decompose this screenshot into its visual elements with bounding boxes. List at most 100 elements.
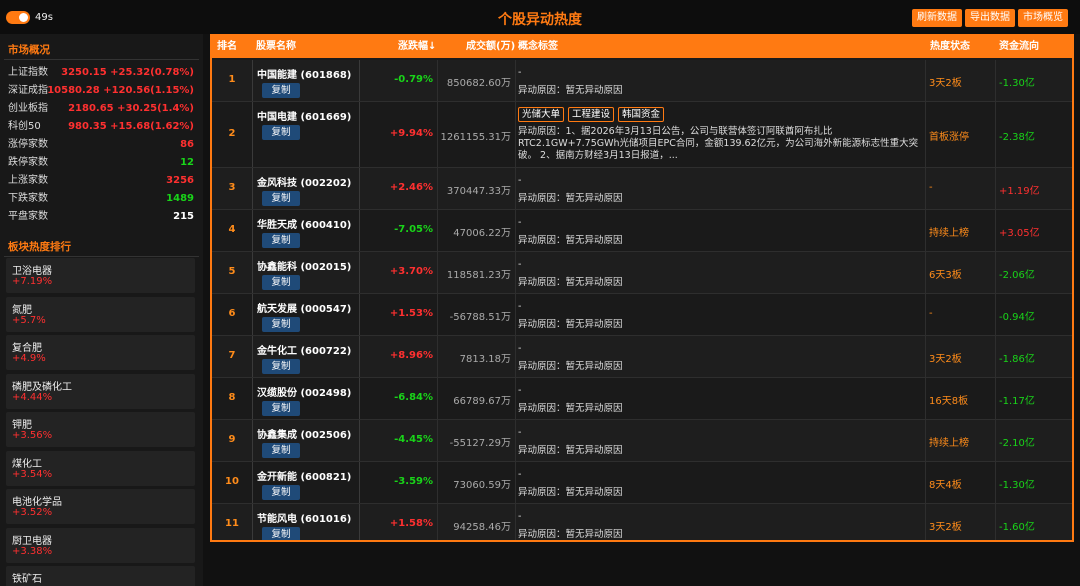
- change-percent: +2.46%: [389, 181, 433, 193]
- sector-change: +3.56%: [12, 430, 53, 441]
- fund-flow: -1.60亿: [999, 521, 1035, 533]
- stock-name[interactable]: 节能风电 (601016): [257, 510, 351, 525]
- volume-cell: 47006.22万: [437, 210, 515, 251]
- heat-status: 持续上榜: [929, 437, 969, 449]
- change-percent: -4.45%: [394, 433, 433, 445]
- heat-status: 首板涨停: [929, 131, 969, 143]
- table-row: 4 华胜天成 (600410) 复制 -7.05% 47006.22万 - 异动原因：暂无异…: [212, 210, 1072, 252]
- rank-cell: 7: [212, 336, 252, 377]
- anomaly-reason: 异动原因：暂无异动原因: [518, 529, 623, 540]
- sector-item[interactable]: 氮肥 +5.7%: [6, 296, 195, 332]
- copy-button[interactable]: 复制: [262, 191, 300, 206]
- volume-cell: 94258.46万: [437, 504, 515, 540]
- volume-value: 94258.46万: [453, 521, 511, 533]
- concept-tag[interactable]: 韩国资金: [618, 107, 665, 122]
- fund-flow: -1.30亿: [999, 479, 1035, 491]
- stock-name-cell: 航天发展 (000547) 复制: [252, 294, 360, 335]
- copy-button[interactable]: 复制: [262, 275, 300, 290]
- sector-item[interactable]: 铁矿石: [6, 566, 195, 586]
- sector-change: +3.54%: [12, 468, 53, 480]
- sector-item[interactable]: 钾肥 +3.56%: [6, 412, 195, 447]
- anomaly-reason: 异动原因：暂无异动原因: [518, 361, 623, 372]
- volume-value: 850682.60万: [446, 77, 511, 89]
- fund-flow-cell: -2.38亿: [995, 102, 1072, 167]
- anomaly-reason: 异动原因：1、据2026年3月13日公告，公司与联营体签订阿联酋阿布扎比RTC2…: [518, 126, 919, 161]
- volume-value: -56788.51万: [449, 311, 511, 323]
- copy-button[interactable]: 复制: [262, 443, 300, 458]
- copy-button[interactable]: 复制: [262, 527, 300, 540]
- change-cell: -4.45%: [360, 420, 437, 461]
- concept-placeholder: -: [518, 385, 522, 396]
- change-cell: -6.84%: [360, 378, 437, 419]
- volume-value: 1261155.31万: [440, 131, 511, 143]
- market-stat-value: 12: [180, 157, 194, 168]
- stock-name[interactable]: 中国能建 (601868): [257, 66, 351, 81]
- stock-name[interactable]: 金风科技 (002202): [257, 174, 351, 189]
- change-cell: -0.79%: [360, 60, 437, 101]
- change-cell: +8.96%: [360, 336, 437, 377]
- table-row: 3 金风科技 (002202) 复制 +2.46% 370447.33万 - 异动原因：暂无…: [212, 168, 1072, 210]
- market-overview-button[interactable]: 市场概览: [1018, 9, 1068, 27]
- stock-name[interactable]: 协鑫能科 (002015): [257, 258, 351, 273]
- copy-button[interactable]: 复制: [262, 233, 300, 248]
- copy-button[interactable]: 复制: [262, 317, 300, 332]
- stock-name[interactable]: 汉缆股份 (002498): [257, 384, 351, 399]
- sector-item[interactable]: 磷肥及磷化工 +4.44%: [6, 373, 195, 409]
- market-stat-row: 创业板指 2180.65 +30.25(1.4%): [8, 100, 194, 118]
- market-stat-row: 涨停家数 86: [8, 136, 194, 154]
- market-stat-value: 10580.28 +120.56(1.15%): [47, 85, 194, 96]
- fund-flow-cell: -0.94亿: [995, 294, 1072, 335]
- heat-status: -: [929, 181, 933, 193]
- concept-placeholder: -: [518, 343, 522, 354]
- stock-name[interactable]: 华胜天成 (600410): [257, 216, 351, 231]
- sector-name: 钾肥: [12, 420, 32, 431]
- sector-item[interactable]: 电池化学品 +3.52%: [6, 489, 195, 524]
- volume-value: 47006.22万: [453, 227, 511, 239]
- col-change-sort[interactable]: 涨跌幅↓: [398, 36, 436, 58]
- refresh-data-button[interactable]: 刷新数据: [912, 9, 962, 27]
- stock-name[interactable]: 金开新能 (600821): [257, 468, 351, 483]
- copy-button[interactable]: 复制: [262, 125, 300, 140]
- change-percent: -7.05%: [394, 223, 433, 235]
- rank-number: 4: [228, 223, 236, 235]
- copy-button[interactable]: 复制: [262, 83, 300, 98]
- table-row: 7 金牛化工 (600722) 复制 +8.96% 7813.18万 - 异动原因：暂无异动…: [212, 336, 1072, 378]
- concept-tag[interactable]: 光储大单: [518, 107, 565, 122]
- heat-status-cell: 3天2板: [925, 60, 995, 101]
- sector-change: +3.38%: [12, 545, 53, 557]
- export-data-button[interactable]: 导出数据: [965, 9, 1015, 27]
- table-row: 11 节能风电 (601016) 复制 +1.58% 94258.46万 - 异动原因：暂无…: [212, 504, 1072, 540]
- market-stat-value: 215: [173, 211, 194, 222]
- stock-name-cell: 金开新能 (600821) 复制: [252, 462, 360, 503]
- stock-name[interactable]: 金牛化工 (600722): [257, 342, 351, 357]
- divider: [4, 256, 199, 257]
- concept-cell: - 异动原因：暂无异动原因: [515, 210, 925, 251]
- stock-name[interactable]: 航天发展 (000547): [257, 300, 351, 315]
- fund-flow-cell: -2.10亿: [995, 420, 1072, 461]
- fund-flow: -2.38亿: [999, 131, 1035, 143]
- volume-value: 73060.59万: [453, 479, 511, 491]
- divider: [4, 59, 199, 60]
- copy-button[interactable]: 复制: [262, 485, 300, 500]
- concept-placeholder: -: [518, 259, 522, 270]
- sector-item[interactable]: 厨卫电器 +3.38%: [6, 527, 195, 563]
- market-stat-row: 上涨家数 3256: [8, 172, 194, 190]
- volume-cell: 118581.23万: [437, 252, 515, 293]
- concept-tag[interactable]: 工程建设: [568, 107, 615, 122]
- rank-number: 1: [228, 73, 236, 85]
- stock-name[interactable]: 中国电建 (601669): [257, 108, 351, 123]
- sector-ranking-title: 板块热度排行: [8, 241, 71, 253]
- sector-item[interactable]: 煤化工 +3.54%: [6, 450, 195, 486]
- rank-number: 11: [225, 517, 239, 529]
- market-stat-row: 平盘家数 215: [8, 208, 194, 226]
- sector-item[interactable]: 卫浴电器 +7.19%: [6, 258, 195, 293]
- stock-name-cell: 协鑫能科 (002015) 复制: [252, 252, 360, 293]
- heat-status: 3天2板: [929, 521, 962, 533]
- copy-button[interactable]: 复制: [262, 401, 300, 416]
- market-stat-value: 1489: [166, 193, 194, 204]
- fund-flow-cell: -1.30亿: [995, 60, 1072, 101]
- sector-item[interactable]: 复合肥 +4.9%: [6, 335, 195, 370]
- volume-value: -55127.29万: [449, 437, 511, 449]
- stock-name[interactable]: 协鑫集成 (002506): [257, 426, 351, 441]
- copy-button[interactable]: 复制: [262, 359, 300, 374]
